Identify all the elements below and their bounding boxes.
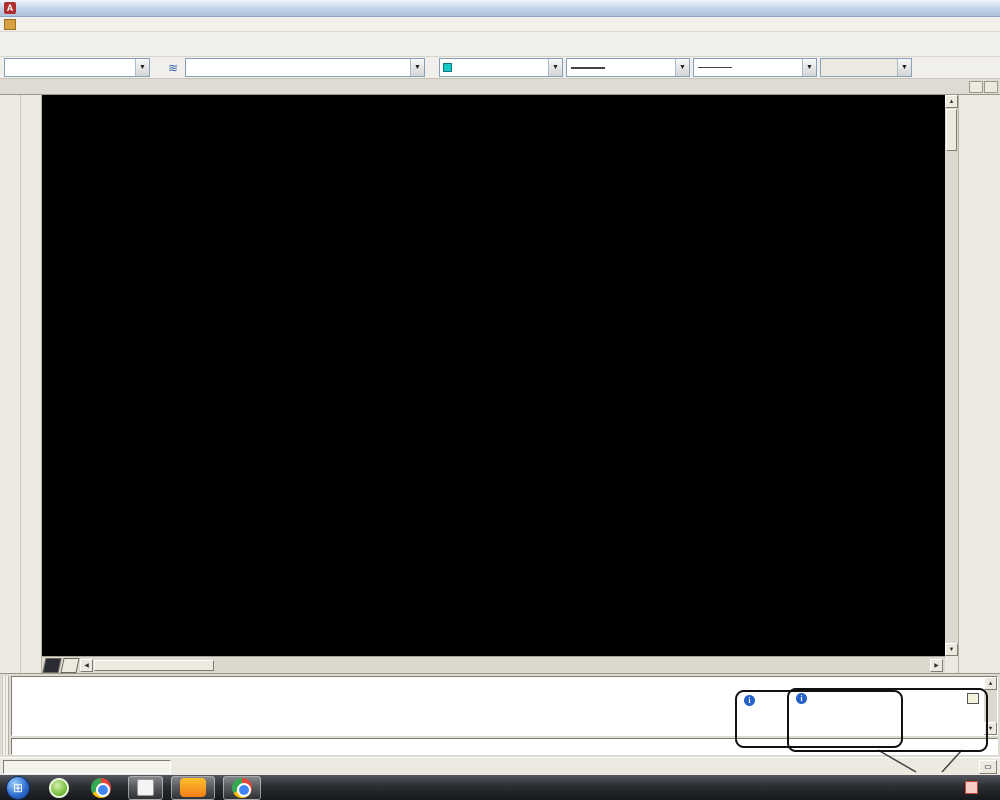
combo-dropdown-icon: ▼ xyxy=(897,59,911,76)
drawing-tabs-bar xyxy=(0,79,1000,95)
standard-toolbar xyxy=(0,32,1000,57)
chrome-icon[interactable] xyxy=(86,776,116,800)
scroll-left-icon[interactable]: ◀ xyxy=(80,659,93,672)
vietkey-icon[interactable] xyxy=(965,781,978,794)
info-icon: i xyxy=(796,693,807,704)
menu-app-icon[interactable] xyxy=(4,19,16,30)
windows-taskbar: ⊞ xyxy=(0,775,1000,800)
vscroll-thumb[interactable] xyxy=(946,109,957,151)
workspace-combo[interactable]: ▼ xyxy=(4,58,150,77)
color-combo[interactable]: ▼ xyxy=(439,58,563,77)
lineweight-sample xyxy=(698,67,732,68)
custom-toolbar-left xyxy=(21,95,42,673)
autocad-window: A ▼ ≋ xyxy=(0,0,1000,800)
info-icon: i xyxy=(744,695,755,706)
combo-dropdown-icon[interactable]: ▼ xyxy=(548,59,562,76)
tabs-scroll-left-button[interactable] xyxy=(969,81,983,93)
clean-screen-button[interactable]: ▭ xyxy=(979,760,997,774)
layer-combo[interactable]: ▼ xyxy=(185,58,425,77)
combo-dropdown-icon[interactable]: ▼ xyxy=(135,59,149,76)
hscroll-thumb[interactable] xyxy=(94,660,214,671)
plot-publish-balloon[interactable]: i xyxy=(787,688,988,752)
color-swatch xyxy=(443,63,452,72)
zone-orange-stub xyxy=(928,539,946,599)
scroll-down-icon[interactable]: ▼ xyxy=(945,643,958,656)
canvas-hscrollbar[interactable]: ◀ ▶ xyxy=(80,659,943,672)
autocad-app-icon: A xyxy=(4,2,16,14)
canvas-vscrollbar[interactable]: ▲ ▼ xyxy=(945,95,958,656)
autocad-taskbar-button[interactable] xyxy=(128,776,163,800)
zone-yellowgreen xyxy=(338,613,424,656)
status-bar: ▭ xyxy=(0,757,1000,775)
title-bar: A xyxy=(0,0,1000,17)
model-tab[interactable] xyxy=(42,658,61,673)
linetype-sample xyxy=(571,67,605,69)
coordinates-display[interactable] xyxy=(3,760,171,774)
scroll-right-icon[interactable]: ▶ xyxy=(930,659,943,672)
properties-toolbar: ▼ ≋ ▼ ▼ ▼ ▼ xyxy=(0,57,1000,79)
custom-toolbar-right xyxy=(979,95,1000,673)
linetype-combo[interactable]: ▼ xyxy=(566,58,690,77)
scroll-up-icon[interactable]: ▲ xyxy=(984,677,997,690)
scroll-up-icon[interactable]: ▲ xyxy=(945,95,958,108)
tabs-scroll-right-button[interactable] xyxy=(984,81,998,93)
combo-dropdown-icon[interactable]: ▼ xyxy=(675,59,689,76)
zone-salmon-strip xyxy=(495,295,570,471)
coccoc-icon[interactable] xyxy=(44,776,74,800)
balloon-close-icon[interactable] xyxy=(967,693,979,704)
layout-tab-strip: ◀ ▶ xyxy=(42,656,945,673)
drawing-canvas[interactable] xyxy=(42,95,946,656)
lineweight-combo[interactable]: ▼ xyxy=(693,58,817,77)
zalo-icon xyxy=(180,778,206,797)
draw-toolbar xyxy=(0,95,21,673)
chrome-icon xyxy=(232,778,252,798)
chrome-taskbar-button[interactable] xyxy=(223,776,261,800)
modify-toolbar xyxy=(958,95,979,673)
combo-dropdown-icon[interactable]: ▼ xyxy=(802,59,816,76)
zalo-taskbar-button[interactable] xyxy=(171,776,215,800)
menu-bar xyxy=(0,17,1000,32)
command-window-grip[interactable] xyxy=(2,676,9,755)
combo-dropdown-icon[interactable]: ▼ xyxy=(410,59,424,76)
layout1-tab[interactable] xyxy=(60,658,79,673)
zone-pink-topright xyxy=(795,95,860,187)
start-button[interactable]: ⊞ xyxy=(6,776,30,800)
layer-manager-button[interactable]: ≋ xyxy=(164,59,182,77)
plotstyle-combo: ▼ xyxy=(820,58,912,77)
autocad-icon xyxy=(137,779,154,796)
